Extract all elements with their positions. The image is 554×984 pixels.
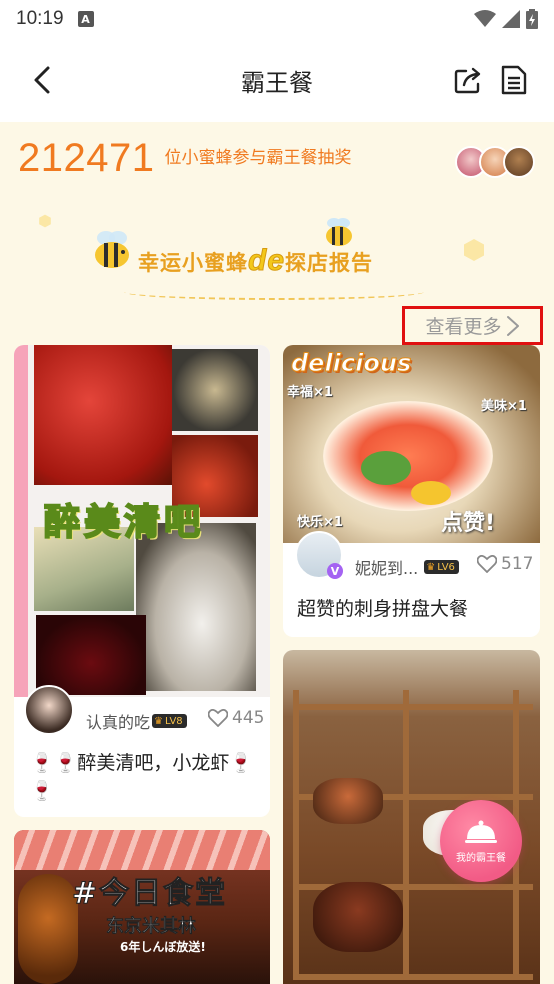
report-card[interactable]: 醉美清吧 认真的吃 ♛ LV8 445 🍷🍷醉美清吧，小龙虾🍷🍷 xyxy=(14,345,270,817)
author-name: 妮妮到... xyxy=(355,559,419,578)
author-info[interactable]: 妮妮到... ♛ LV6 xyxy=(355,555,459,579)
card-title: 🍷🍷醉美清吧，小龙虾🍷🍷 xyxy=(30,752,253,802)
card-overlay-sub: 6年しんぼ放送! xyxy=(120,940,206,954)
author-avatar[interactable] xyxy=(24,685,74,735)
author-name: 认真的吃 xyxy=(86,713,151,732)
like-number: 445 xyxy=(232,708,265,728)
report-title-suffix: 探店报告 xyxy=(285,251,374,275)
report-title: 幸运小蜜蜂de探店报告 xyxy=(138,244,373,278)
my-free-meal-button[interactable]: 我的霸王餐 xyxy=(440,800,522,882)
card-overlay-sub: 东京米其林 xyxy=(106,916,197,938)
participant-avatars[interactable] xyxy=(455,146,535,178)
photo-lemon xyxy=(411,481,451,505)
card-photo: delicious 幸福×1 美味×1 快乐×1 点赞! xyxy=(283,345,540,543)
photo-meat xyxy=(14,830,270,870)
battery-icon xyxy=(526,9,538,29)
heart-icon xyxy=(477,555,497,573)
verified-badge: V xyxy=(327,563,343,579)
view-more-button[interactable]: 查看更多 xyxy=(402,306,543,345)
card-overlay-top: delicious xyxy=(290,349,412,378)
chevron-right-icon xyxy=(506,315,519,336)
card-overlay-bottom: 点赞! xyxy=(441,511,496,536)
photo-drink xyxy=(36,615,146,695)
dashed-divider xyxy=(124,284,424,300)
participant-text: 位小蜜蜂参与霸王餐抽奖 xyxy=(164,148,352,168)
wifi-icon xyxy=(474,10,496,27)
author-info[interactable]: 认真的吃 ♛ LV8 xyxy=(86,709,187,733)
photo-leaf xyxy=(361,451,411,485)
card-title: 超赞的刺身拼盘大餐 xyxy=(297,598,469,620)
back-arrow-icon[interactable] xyxy=(28,64,60,96)
hexagon-decoration-icon xyxy=(464,239,484,261)
photo-sushi xyxy=(313,882,403,952)
crown-icon: ♛ xyxy=(154,715,163,727)
photo-collage-pink-strip xyxy=(14,345,28,697)
hexagon-decoration-icon xyxy=(39,214,51,228)
bee-icon xyxy=(95,231,129,268)
fab-label: 我的霸王餐 xyxy=(456,852,506,864)
level-label: LV8 xyxy=(164,715,183,727)
report-card[interactable]: #今日食堂 东京米其林 6年しんぼ放送! xyxy=(14,830,270,984)
photo-oyster xyxy=(136,523,256,691)
status-time: 10:19 xyxy=(16,8,64,29)
like-count[interactable]: 517 xyxy=(477,554,533,574)
card-overlay-tag: 美味×1 xyxy=(481,399,527,414)
card-overlay-tag: 快乐×1 xyxy=(297,515,343,530)
crown-icon: ♛ xyxy=(426,561,436,573)
avatar xyxy=(503,146,535,178)
report-card[interactable]: delicious 幸福×1 美味×1 快乐×1 点赞! V 妮妮到... ♛ L… xyxy=(283,345,540,637)
card-overlay-text: 醉美清吧 xyxy=(43,501,205,544)
card-overlay-text: #今日食堂 xyxy=(71,876,228,912)
signal-icon xyxy=(502,10,520,28)
card-photo: 醉美清吧 xyxy=(14,345,270,697)
level-label: LV6 xyxy=(437,561,455,573)
cloche-icon xyxy=(465,820,497,843)
like-count[interactable]: 445 xyxy=(208,708,264,728)
view-more-label: 查看更多 xyxy=(425,316,502,338)
photo-sashimi xyxy=(323,401,493,511)
like-number: 517 xyxy=(501,554,534,574)
report-title-prefix: 幸运小蜜蜂 xyxy=(138,251,248,275)
navigation-bar: 霸王餐 xyxy=(0,38,554,122)
card-photo: #今日食堂 东京米其林 6年しんぼ放送! xyxy=(14,830,270,984)
report-title-de: de xyxy=(247,244,286,278)
status-icons xyxy=(474,9,538,29)
level-badge: ♛ LV8 xyxy=(152,714,187,728)
photo-sushi xyxy=(313,778,383,824)
lucky-bee-report-banner: 幸运小蜜蜂de探店报告 xyxy=(39,210,490,310)
participant-summary: 212471 位小蜜蜂参与霸王餐抽奖 xyxy=(18,136,351,181)
page-title: 霸王餐 xyxy=(241,68,313,97)
card-overlay-tag: 幸福×1 xyxy=(287,385,333,400)
photo-crayfish xyxy=(34,345,172,485)
status-bar: 10:19 A xyxy=(0,0,554,38)
photo-skewer xyxy=(18,874,78,984)
participant-count: 212471 xyxy=(18,136,155,180)
level-badge: ♛ LV6 xyxy=(424,560,459,574)
document-icon[interactable] xyxy=(500,64,528,96)
share-icon[interactable] xyxy=(452,64,484,96)
notification-a-icon: A xyxy=(77,11,94,27)
heart-icon xyxy=(208,709,228,727)
photo-oyster-top xyxy=(172,349,258,431)
